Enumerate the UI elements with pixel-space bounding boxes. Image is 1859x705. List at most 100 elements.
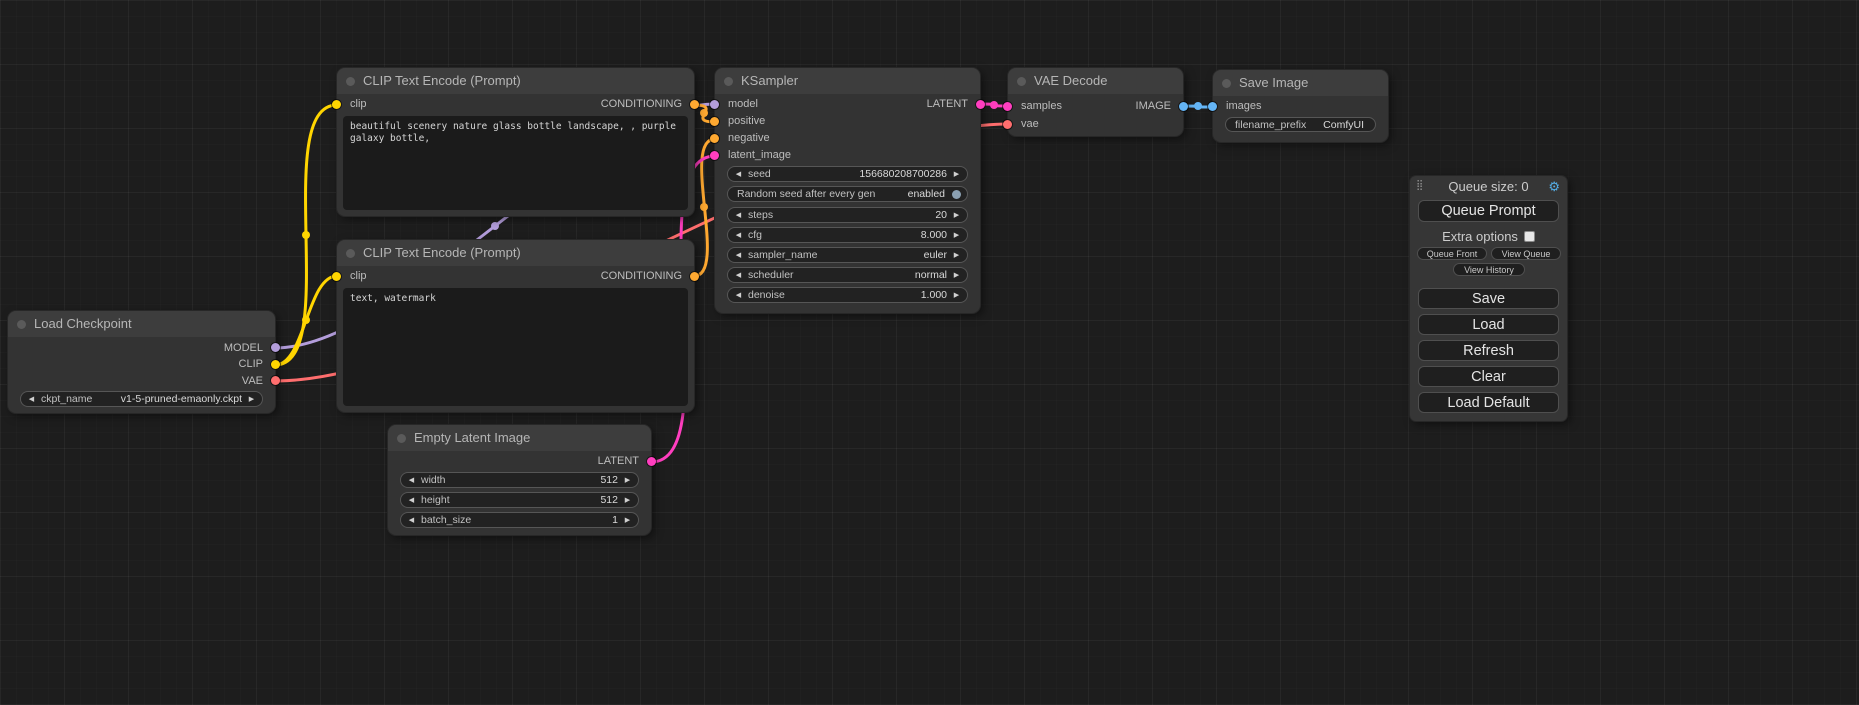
node-title-bar[interactable]: KSampler <box>715 68 980 94</box>
input-port-clip[interactable] <box>332 272 341 281</box>
random-seed-toggle-widget[interactable]: Random seed after every gen enabled <box>727 186 968 202</box>
queue-prompt-button[interactable]: Queue Prompt <box>1418 200 1559 222</box>
load-button[interactable]: Load <box>1418 314 1559 335</box>
clear-button[interactable]: Clear <box>1418 366 1559 387</box>
input-port-positive[interactable] <box>710 117 719 126</box>
increment-icon[interactable]: ▶ <box>952 170 961 178</box>
collapse-dot-icon[interactable] <box>397 434 406 443</box>
prev-value-icon[interactable]: ◀ <box>734 251 743 259</box>
decrement-icon[interactable]: ◀ <box>734 291 743 299</box>
node-clip-text-encode-positive[interactable]: CLIP Text Encode (Prompt) clip CONDITION… <box>337 68 694 216</box>
port-label-latent: LATENT <box>927 97 968 112</box>
increment-icon[interactable]: ▶ <box>623 516 632 524</box>
toggle-knob-icon[interactable] <box>952 190 961 199</box>
increment-icon[interactable]: ▶ <box>623 496 632 504</box>
node-save-image[interactable]: Save Image images filename_prefix ComfyU… <box>1213 70 1388 142</box>
node-title-bar[interactable]: Load Checkpoint <box>8 311 275 337</box>
input-port-model[interactable] <box>710 100 719 109</box>
node-title-bar[interactable]: VAE Decode <box>1008 68 1183 94</box>
collapse-dot-icon[interactable] <box>1222 79 1231 88</box>
decrement-icon[interactable]: ◀ <box>734 231 743 239</box>
refresh-button[interactable]: Refresh <box>1418 340 1559 361</box>
settings-gear-icon[interactable]: ⚙ <box>1548 179 1560 195</box>
port-label-images: images <box>1226 99 1261 114</box>
output-port-vae[interactable] <box>271 376 280 385</box>
output-port-latent[interactable] <box>976 100 985 109</box>
prev-value-icon[interactable]: ◀ <box>734 271 743 279</box>
widget-label: height <box>421 494 450 506</box>
input-port-latent-image[interactable] <box>710 151 719 160</box>
increment-icon[interactable]: ▶ <box>623 476 632 484</box>
collapse-dot-icon[interactable] <box>346 77 355 86</box>
height-widget[interactable]: ◀ height 512 ▶ <box>400 492 639 508</box>
node-title-bar[interactable]: CLIP Text Encode (Prompt) <box>337 68 694 94</box>
next-value-icon[interactable]: ▶ <box>952 251 961 259</box>
output-port-conditioning[interactable] <box>690 272 699 281</box>
prompt-textarea[interactable]: beautiful scenery nature glass bottle la… <box>343 116 688 210</box>
input-port-vae[interactable] <box>1003 120 1012 129</box>
collapse-dot-icon[interactable] <box>17 320 26 329</box>
port-label-conditioning: CONDITIONING <box>601 269 682 284</box>
widget-value: 512 <box>600 474 618 486</box>
prompt-textarea[interactable]: text, watermark <box>343 288 688 406</box>
decrement-icon[interactable]: ◀ <box>407 516 416 524</box>
filename-prefix-widget[interactable]: filename_prefix ComfyUI <box>1225 117 1376 132</box>
port-label-negative: negative <box>728 131 770 146</box>
decrement-icon[interactable]: ◀ <box>407 476 416 484</box>
increment-icon[interactable]: ▶ <box>952 211 961 219</box>
extra-options-checkbox[interactable] <box>1524 231 1535 242</box>
node-title-bar[interactable]: Empty Latent Image <box>388 425 651 451</box>
decrement-icon[interactable]: ◀ <box>734 170 743 178</box>
input-port-samples[interactable] <box>1003 102 1012 111</box>
increment-icon[interactable]: ▶ <box>952 291 961 299</box>
widget-label: filename_prefix <box>1235 119 1306 131</box>
input-port-clip[interactable] <box>332 100 341 109</box>
node-ksampler[interactable]: KSampler model positive negative latent_… <box>715 68 980 313</box>
batch-size-widget[interactable]: ◀ batch_size 1 ▶ <box>400 512 639 528</box>
node-empty-latent-image[interactable]: Empty Latent Image LATENT ◀ width 512 ▶ … <box>388 425 651 535</box>
collapse-dot-icon[interactable] <box>346 249 355 258</box>
scheduler-widget[interactable]: ◀ scheduler normal ▶ <box>727 267 968 283</box>
next-value-icon[interactable]: ▶ <box>952 271 961 279</box>
collapse-dot-icon[interactable] <box>1017 77 1026 86</box>
node-clip-text-encode-negative[interactable]: CLIP Text Encode (Prompt) clip CONDITION… <box>337 240 694 412</box>
input-port-negative[interactable] <box>710 134 719 143</box>
node-title-bar[interactable]: Save Image <box>1213 70 1388 96</box>
width-widget[interactable]: ◀ width 512 ▶ <box>400 472 639 488</box>
prev-value-icon[interactable]: ◀ <box>27 395 36 403</box>
input-port-images[interactable] <box>1208 102 1217 111</box>
output-port-conditioning[interactable] <box>690 100 699 109</box>
next-value-icon[interactable]: ▶ <box>247 395 256 403</box>
node-vae-decode[interactable]: VAE Decode samples vae IMAGE <box>1008 68 1183 136</box>
node-load-checkpoint[interactable]: Load Checkpoint MODEL CLIP VAE ◀ ckpt_na… <box>8 311 275 413</box>
output-port-latent[interactable] <box>647 457 656 466</box>
denoise-widget[interactable]: ◀ denoise 1.000 ▶ <box>727 287 968 303</box>
widget-label: denoise <box>748 289 785 301</box>
ckpt-name-widget[interactable]: ◀ ckpt_name v1-5-pruned-emaonly.ckpt ▶ <box>20 391 263 407</box>
decrement-icon[interactable]: ◀ <box>734 211 743 219</box>
cfg-widget[interactable]: ◀ cfg 8.000 ▶ <box>727 227 968 243</box>
widget-value: euler <box>924 249 947 261</box>
view-history-button[interactable]: View History <box>1453 263 1525 276</box>
increment-icon[interactable]: ▶ <box>952 231 961 239</box>
link-middot-clip-negative <box>302 316 310 324</box>
load-default-button[interactable]: Load Default <box>1418 392 1559 413</box>
node-title: Save Image <box>1239 75 1308 90</box>
view-queue-button[interactable]: View Queue <box>1491 247 1561 260</box>
queue-front-button[interactable]: Queue Front <box>1417 247 1487 260</box>
seed-widget[interactable]: ◀ seed 156680208700286 ▶ <box>727 166 968 182</box>
output-port-model[interactable] <box>271 343 280 352</box>
queue-panel: ⣿ Queue size: 0 ⚙ Queue Prompt Extra opt… <box>1410 176 1567 421</box>
node-graph-canvas[interactable]: Load Checkpoint MODEL CLIP VAE ◀ ckpt_na… <box>0 0 1859 705</box>
save-button[interactable]: Save <box>1418 288 1559 309</box>
steps-widget[interactable]: ◀ steps 20 ▶ <box>727 207 968 223</box>
sampler-name-widget[interactable]: ◀ sampler_name euler ▶ <box>727 247 968 263</box>
output-port-image[interactable] <box>1179 102 1188 111</box>
output-port-clip[interactable] <box>271 360 280 369</box>
node-title-bar[interactable]: CLIP Text Encode (Prompt) <box>337 240 694 266</box>
port-label-clip: CLIP <box>239 357 263 372</box>
widget-label: scheduler <box>748 269 794 281</box>
decrement-icon[interactable]: ◀ <box>407 496 416 504</box>
collapse-dot-icon[interactable] <box>724 77 733 86</box>
widget-label: batch_size <box>421 514 471 526</box>
